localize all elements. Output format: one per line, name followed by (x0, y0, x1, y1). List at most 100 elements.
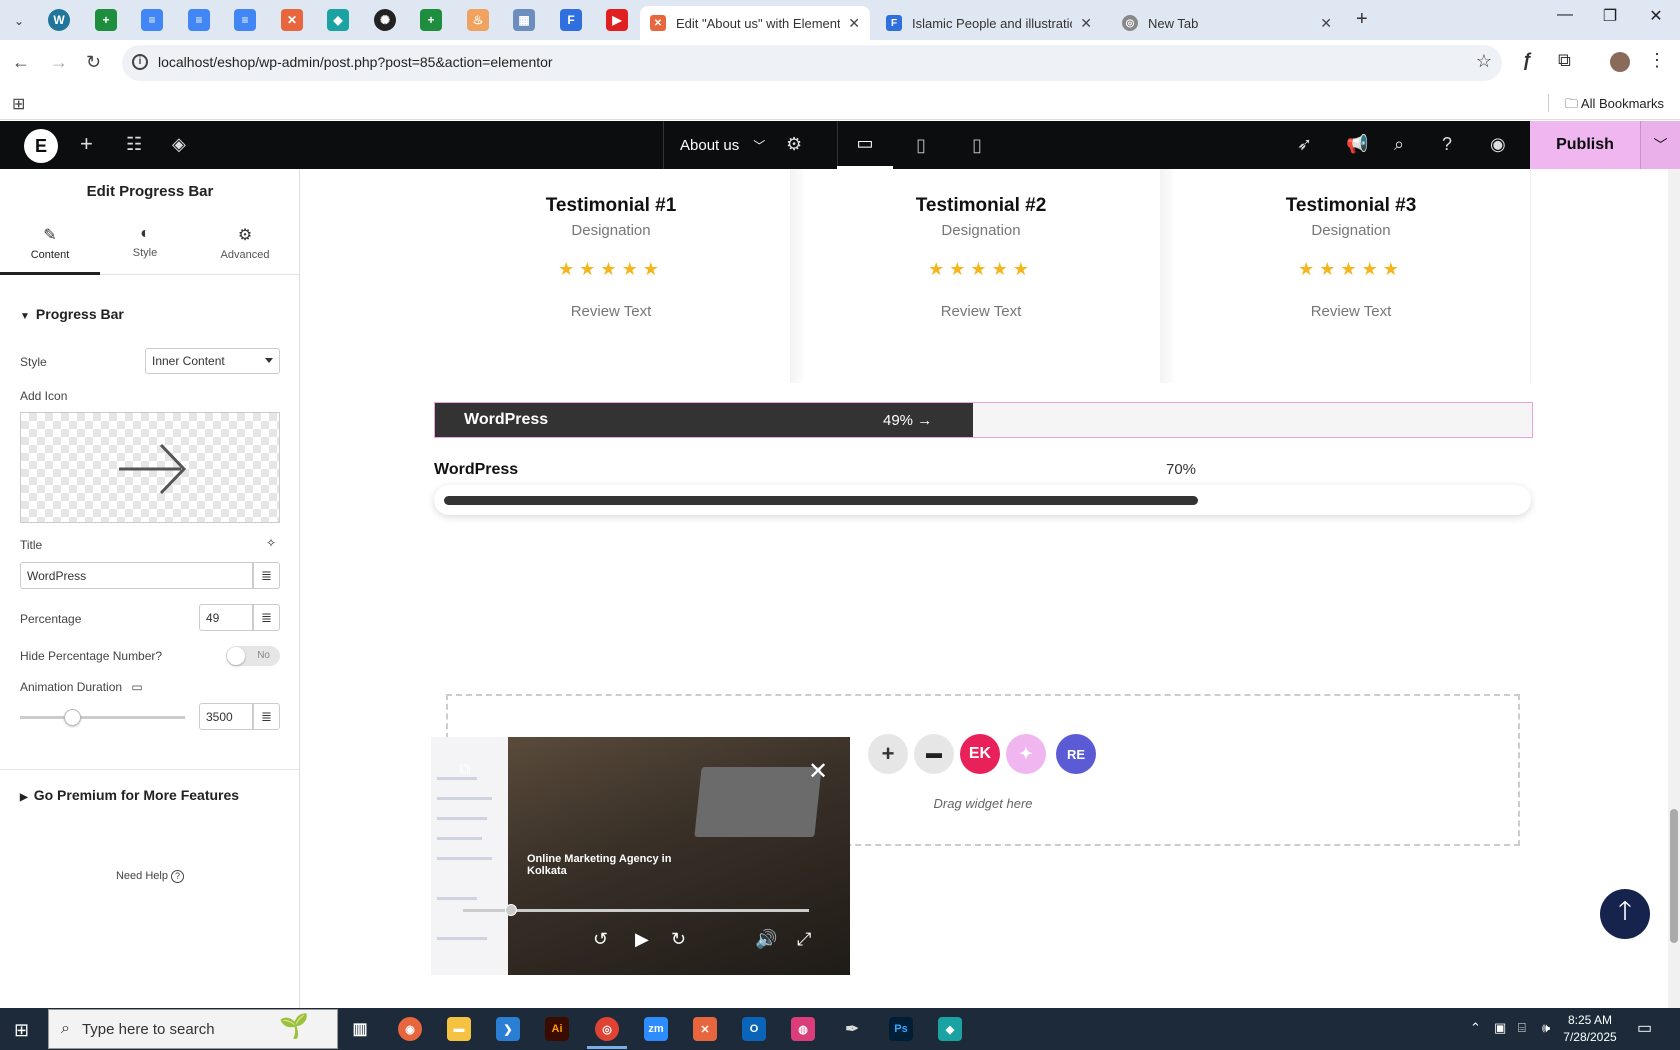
volume-icon[interactable]: 🕪 (1542, 1020, 1550, 1036)
app-icon[interactable]: ◆ (938, 1017, 962, 1041)
page-settings-gear-icon[interactable]: ⚙ (786, 134, 802, 155)
progress-bar-inner-content[interactable]: WordPress 49% → (434, 402, 1533, 438)
royal-elementor-logo-icon[interactable]: RE (1056, 734, 1096, 774)
taskbar-clock[interactable]: 8:25 AM 7/28/2025 (1560, 1012, 1620, 1046)
file-explorer-icon[interactable]: ▬ (447, 1017, 471, 1041)
reload-icon[interactable]: ↻ (86, 52, 101, 73)
progress-bar-outer[interactable] (434, 485, 1531, 515)
java-pinned-tab-icon[interactable]: ♨ (467, 9, 489, 31)
bookmark-star-icon[interactable]: ☆ (1476, 51, 1492, 72)
forward-icon[interactable]: ↻ (671, 929, 686, 950)
chatgpt-pinned-tab-icon[interactable]: ✺ (374, 9, 396, 31)
grid-pinned-tab-icon[interactable]: ▦ (513, 9, 535, 31)
mobile-view-icon[interactable]: ▯ (949, 121, 1005, 169)
firefox-icon[interactable]: ◉ (398, 1017, 422, 1041)
seek-handle[interactable] (505, 904, 517, 916)
outlook-icon[interactable]: O (742, 1017, 766, 1041)
windows-start-icon[interactable]: ⊞ (14, 1020, 29, 1041)
animation-duration-slider[interactable] (20, 709, 185, 726)
add-template-folder-icon[interactable]: ▬ (914, 734, 954, 774)
vscode-icon[interactable]: ❯ (496, 1017, 520, 1041)
play-icon[interactable]: ▶ (635, 929, 649, 950)
taskbar-search-box[interactable]: ⌕ Type here to search 🌱 (48, 1009, 338, 1049)
ai-sparkle-icon[interactable]: ✦ (1006, 734, 1046, 774)
photoshop-icon[interactable]: Ps (889, 1017, 913, 1041)
desktop-view-icon[interactable]: ▭ (837, 121, 893, 169)
canvas-scrollbar[interactable] (1668, 169, 1680, 1009)
notifications-icon[interactable]: ▭ (1637, 1018, 1652, 1038)
preview-eye-icon[interactable]: ◉ (1490, 134, 1506, 155)
back-arrow-icon[interactable]: ← (12, 52, 30, 73)
docs-pinned-tab-icon[interactable]: ≡ (141, 9, 163, 31)
sheets-pinned-tab-icon[interactable]: + (95, 9, 117, 31)
extensions-puzzle-icon[interactable]: ⧉ (1558, 50, 1571, 71)
style-select[interactable]: Inner Content (145, 348, 280, 374)
notifications-megaphone-icon[interactable]: 📢 (1346, 134, 1368, 155)
sheets-pinned-tab-icon-2[interactable]: + (420, 9, 442, 31)
rewind-icon[interactable]: ↺ (593, 929, 608, 950)
chrome-menu-icon[interactable]: ⋮ (1648, 50, 1666, 71)
testimonial-card[interactable]: Testimonial #2 Designation ★★★★★ Review … (798, 169, 1164, 383)
docs-pinned-tab-icon-2[interactable]: ≡ (188, 9, 210, 31)
restore-window-icon[interactable]: ❐ (1590, 6, 1630, 26)
responsive-desktop-icon[interactable]: ▭ (131, 680, 142, 694)
title-input[interactable]: WordPress (20, 562, 253, 589)
structure-layers-icon[interactable]: ◈ (172, 134, 186, 155)
forms-pinned-tab-icon[interactable]: F (560, 9, 582, 31)
dynamic-tags-database-icon[interactable]: ≣ (253, 703, 280, 730)
site-info-icon[interactable]: i (132, 54, 148, 70)
need-help-link[interactable]: Need Help ? (0, 870, 300, 883)
network-icon[interactable]: ⌸ (1518, 1020, 1526, 1036)
profile-avatar[interactable] (1610, 52, 1630, 72)
docs-pinned-tab-icon-3[interactable]: ≡ (234, 9, 256, 31)
help-question-icon[interactable]: ? (1442, 134, 1452, 155)
volume-icon[interactable]: 🔊 (755, 929, 777, 950)
tablet-view-icon[interactable]: ▯ (893, 121, 949, 169)
tab-style[interactable]: ◐ Style (95, 213, 195, 275)
search-icon[interactable]: ⌕ (1394, 134, 1404, 155)
pen-tool-icon[interactable]: ✒ (840, 1017, 864, 1041)
publish-options-chevron-icon[interactable]: ﹀ (1640, 121, 1680, 169)
publish-button[interactable]: Publish (1530, 121, 1640, 169)
xampp-pinned-tab-icon[interactable]: ✕ (281, 9, 303, 31)
video-seek-bar[interactable] (463, 904, 809, 916)
illustrator-icon[interactable]: Ai (545, 1017, 569, 1041)
youtube-pinned-tab-icon[interactable]: ▶ (606, 9, 628, 31)
task-view-icon[interactable]: ▥ (348, 1017, 372, 1041)
tab-advanced[interactable]: ⚙ Advanced (195, 213, 295, 275)
fullscreen-icon[interactable]: ⤢ (797, 929, 811, 950)
section-progress-bar[interactable]: ▼ Progress Bar (20, 306, 124, 322)
ai-sparkle-icon[interactable]: ✧ (266, 536, 276, 550)
close-tab-icon[interactable]: ✕ (1320, 15, 1332, 32)
zoom-icon[interactable]: zm (644, 1017, 668, 1041)
close-window-icon[interactable]: ✕ (1636, 6, 1676, 26)
url-text[interactable]: localhost/eshop/wp-admin/post.php?post=8… (158, 54, 553, 70)
elementor-logo-icon[interactable]: E (24, 129, 58, 163)
dynamic-tags-database-icon[interactable]: ≣ (253, 604, 280, 631)
animation-duration-input[interactable]: 3500 (199, 703, 253, 730)
new-tab-plus-icon[interactable]: + (1356, 8, 1368, 31)
close-tab-icon[interactable]: ✕ (848, 15, 860, 32)
tab-search-dropdown-icon[interactable]: ⌄ (8, 10, 30, 32)
forward-arrow-icon[interactable]: → (50, 52, 68, 73)
show-hidden-icons-chevron-icon[interactable]: ⌃ (1470, 1020, 1481, 1036)
chrome-icon[interactable]: ◎ (595, 1017, 619, 1041)
wordpress-pinned-tab-icon[interactable]: W (48, 9, 70, 31)
script-extension-icon[interactable]: ƒ (1522, 50, 1532, 71)
scrollbar-thumb[interactable] (1670, 809, 1678, 943)
add-section-plus-icon[interactable]: + (868, 734, 908, 774)
minimize-window-icon[interactable]: — (1545, 6, 1585, 24)
omnibox[interactable]: i localhost/eshop/wp-admin/post.php?post… (122, 45, 1502, 81)
site-settings-sliders-icon[interactable]: ☷ (126, 134, 142, 155)
apps-grid-icon[interactable]: ⊞ (12, 94, 25, 114)
page-selector[interactable]: About us ﹀ (663, 121, 838, 169)
creative-cloud-icon[interactable]: ◍ (791, 1017, 815, 1041)
tab-islamic-people[interactable]: F Islamic People and illustration v ✕ (876, 6, 1102, 40)
add-element-plus-icon[interactable]: + (80, 131, 93, 157)
close-video-icon[interactable]: ✕ (808, 757, 828, 786)
dynamic-tags-database-icon[interactable]: ≣ (253, 562, 280, 589)
elementskit-logo-icon[interactable]: EK (960, 734, 1000, 774)
slider-handle[interactable] (64, 709, 81, 726)
pip-back-to-tab-icon[interactable]: ⧉ (459, 761, 470, 779)
tray-device-icon[interactable]: ▣ (1494, 1020, 1506, 1036)
